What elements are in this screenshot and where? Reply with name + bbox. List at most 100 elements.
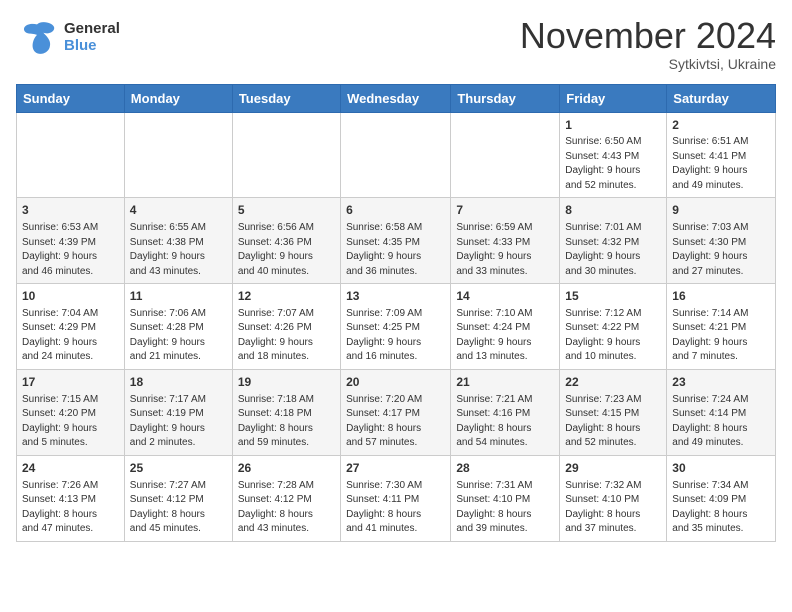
calendar-cell: 27 Sunrise: 7:30 AM Sunset: 4:11 PM Dayli… <box>341 455 451 541</box>
location-subtitle: Sytkivtsi, Ukraine <box>520 56 776 72</box>
day-info: Sunrise: 7:24 AM Sunset: 4:14 PM Dayligh… <box>672 393 770 451</box>
calendar-cell: 29 Sunrise: 7:32 AM Sunset: 4:10 PM Dayli… <box>560 455 667 541</box>
day-number: 8 <box>565 202 661 219</box>
calendar-week-row: 17 Sunrise: 7:15 AM Sunset: 4:20 PM Dayli… <box>17 369 776 455</box>
day-info: Sunrise: 7:20 AM Sunset: 4:17 PM Dayligh… <box>346 393 445 451</box>
header: General Blue November 2024 Sytkivtsi, Uk… <box>16 16 776 72</box>
day-number: 24 <box>22 460 119 477</box>
day-info: Sunrise: 7:23 AM Sunset: 4:15 PM Dayligh… <box>565 393 661 451</box>
weekday-header: Sunday <box>17 84 125 112</box>
calendar-cell: 6Sunrise: 6:58 AM Sunset: 4:35 PM Daylig… <box>341 198 451 284</box>
calendar-cell: 24 Sunrise: 7:26 AM Sunset: 4:13 PM Dayli… <box>17 455 125 541</box>
calendar-week-row: 3 Sunrise: 6:53 AM Sunset: 4:39 PM Daylig… <box>17 198 776 284</box>
day-number: 2 <box>672 117 770 134</box>
logo: General Blue <box>16 16 120 58</box>
calendar-cell: 8 Sunrise: 7:01 AM Sunset: 4:32 PM Daylig… <box>560 198 667 284</box>
calendar-cell <box>124 112 232 198</box>
calendar-cell: 13 Sunrise: 7:09 AM Sunset: 4:25 PM Dayli… <box>341 284 451 370</box>
day-info: Sunrise: 7:17 AM Sunset: 4:19 PM Dayligh… <box>130 393 227 451</box>
calendar-cell: 28Sunrise: 7:31 AM Sunset: 4:10 PM Dayli… <box>451 455 560 541</box>
calendar-cell: 7 Sunrise: 6:59 AM Sunset: 4:33 PM Daylig… <box>451 198 560 284</box>
day-number: 3 <box>22 202 119 219</box>
calendar-cell: 23 Sunrise: 7:24 AM Sunset: 4:14 PM Dayli… <box>667 369 776 455</box>
calendar-cell: 16 Sunrise: 7:14 AM Sunset: 4:21 PM Dayli… <box>667 284 776 370</box>
logo-blue: Blue <box>64 37 120 54</box>
day-number: 27 <box>346 460 445 477</box>
day-number: 4 <box>130 202 227 219</box>
day-info: Sunrise: 7:04 AM Sunset: 4:29 PM Dayligh… <box>22 307 119 365</box>
calendar-cell: 5 Sunrise: 6:56 AM Sunset: 4:36 PM Daylig… <box>232 198 340 284</box>
weekday-header: Thursday <box>451 84 560 112</box>
day-number: 28 <box>456 460 554 477</box>
day-info: Sunrise: 6:59 AM Sunset: 4:33 PM Dayligh… <box>456 221 554 279</box>
day-number: 9 <box>672 202 770 219</box>
day-number: 29 <box>565 460 661 477</box>
calendar-cell: 21 Sunrise: 7:21 AM Sunset: 4:16 PM Dayli… <box>451 369 560 455</box>
day-number: 30 <box>672 460 770 477</box>
day-info: Sunrise: 7:14 AM Sunset: 4:21 PM Dayligh… <box>672 307 770 365</box>
calendar-cell <box>17 112 125 198</box>
day-info: Sunrise: 7:15 AM Sunset: 4:20 PM Dayligh… <box>22 393 119 451</box>
calendar-header-row: SundayMondayTuesdayWednesdayThursdayFrid… <box>17 84 776 112</box>
day-number: 21 <box>456 374 554 391</box>
day-info: Sunrise: 7:03 AM Sunset: 4:30 PM Dayligh… <box>672 221 770 279</box>
logo-bird-icon <box>16 16 58 58</box>
calendar-cell <box>232 112 340 198</box>
day-info: Sunrise: 7:09 AM Sunset: 4:25 PM Dayligh… <box>346 307 445 365</box>
calendar-cell: 14Sunrise: 7:10 AM Sunset: 4:24 PM Dayli… <box>451 284 560 370</box>
month-title: November 2024 <box>520 16 776 56</box>
weekday-header: Tuesday <box>232 84 340 112</box>
calendar-cell: 25 Sunrise: 7:27 AM Sunset: 4:12 PM Dayli… <box>124 455 232 541</box>
day-info: Sunrise: 7:21 AM Sunset: 4:16 PM Dayligh… <box>456 393 554 451</box>
day-number: 10 <box>22 288 119 305</box>
day-number: 26 <box>238 460 335 477</box>
logo-general: General <box>64 20 120 37</box>
day-info: Sunrise: 6:50 AM Sunset: 4:43 PM Dayligh… <box>565 135 661 193</box>
day-number: 14 <box>456 288 554 305</box>
calendar-cell: 10 Sunrise: 7:04 AM Sunset: 4:29 PM Dayli… <box>17 284 125 370</box>
day-number: 7 <box>456 202 554 219</box>
title-area: November 2024 Sytkivtsi, Ukraine <box>520 16 776 72</box>
calendar: SundayMondayTuesdayWednesdayThursdayFrid… <box>16 84 776 542</box>
day-info: Sunrise: 7:30 AM Sunset: 4:11 PM Dayligh… <box>346 479 445 537</box>
calendar-cell: 11Sunrise: 7:06 AM Sunset: 4:28 PM Dayli… <box>124 284 232 370</box>
day-info: Sunrise: 6:56 AM Sunset: 4:36 PM Dayligh… <box>238 221 335 279</box>
day-info: Sunrise: 7:26 AM Sunset: 4:13 PM Dayligh… <box>22 479 119 537</box>
day-number: 23 <box>672 374 770 391</box>
day-number: 1 <box>565 117 661 134</box>
calendar-week-row: 1Sunrise: 6:50 AM Sunset: 4:43 PM Daylig… <box>17 112 776 198</box>
calendar-cell: 2Sunrise: 6:51 AM Sunset: 4:41 PM Daylig… <box>667 112 776 198</box>
weekday-header: Saturday <box>667 84 776 112</box>
day-number: 25 <box>130 460 227 477</box>
calendar-cell: 19 Sunrise: 7:18 AM Sunset: 4:18 PM Dayli… <box>232 369 340 455</box>
day-number: 20 <box>346 374 445 391</box>
calendar-cell: 26Sunrise: 7:28 AM Sunset: 4:12 PM Dayli… <box>232 455 340 541</box>
day-number: 15 <box>565 288 661 305</box>
calendar-cell: 12Sunrise: 7:07 AM Sunset: 4:26 PM Dayli… <box>232 284 340 370</box>
calendar-cell: 17 Sunrise: 7:15 AM Sunset: 4:20 PM Dayli… <box>17 369 125 455</box>
calendar-cell <box>341 112 451 198</box>
day-number: 12 <box>238 288 335 305</box>
calendar-cell: 4 Sunrise: 6:55 AM Sunset: 4:38 PM Daylig… <box>124 198 232 284</box>
day-number: 17 <box>22 374 119 391</box>
calendar-cell: 15Sunrise: 7:12 AM Sunset: 4:22 PM Dayli… <box>560 284 667 370</box>
day-info: Sunrise: 7:27 AM Sunset: 4:12 PM Dayligh… <box>130 479 227 537</box>
day-number: 18 <box>130 374 227 391</box>
day-number: 13 <box>346 288 445 305</box>
day-info: Sunrise: 7:06 AM Sunset: 4:28 PM Dayligh… <box>130 307 227 365</box>
day-info: Sunrise: 6:53 AM Sunset: 4:39 PM Dayligh… <box>22 221 119 279</box>
weekday-header: Monday <box>124 84 232 112</box>
day-info: Sunrise: 6:55 AM Sunset: 4:38 PM Dayligh… <box>130 221 227 279</box>
weekday-header: Wednesday <box>341 84 451 112</box>
day-number: 19 <box>238 374 335 391</box>
calendar-cell: 22 Sunrise: 7:23 AM Sunset: 4:15 PM Dayli… <box>560 369 667 455</box>
day-info: Sunrise: 7:18 AM Sunset: 4:18 PM Dayligh… <box>238 393 335 451</box>
day-info: Sunrise: 7:01 AM Sunset: 4:32 PM Dayligh… <box>565 221 661 279</box>
day-number: 22 <box>565 374 661 391</box>
calendar-cell <box>451 112 560 198</box>
day-number: 5 <box>238 202 335 219</box>
calendar-week-row: 24 Sunrise: 7:26 AM Sunset: 4:13 PM Dayli… <box>17 455 776 541</box>
day-number: 16 <box>672 288 770 305</box>
day-info: Sunrise: 7:32 AM Sunset: 4:10 PM Dayligh… <box>565 479 661 537</box>
weekday-header: Friday <box>560 84 667 112</box>
